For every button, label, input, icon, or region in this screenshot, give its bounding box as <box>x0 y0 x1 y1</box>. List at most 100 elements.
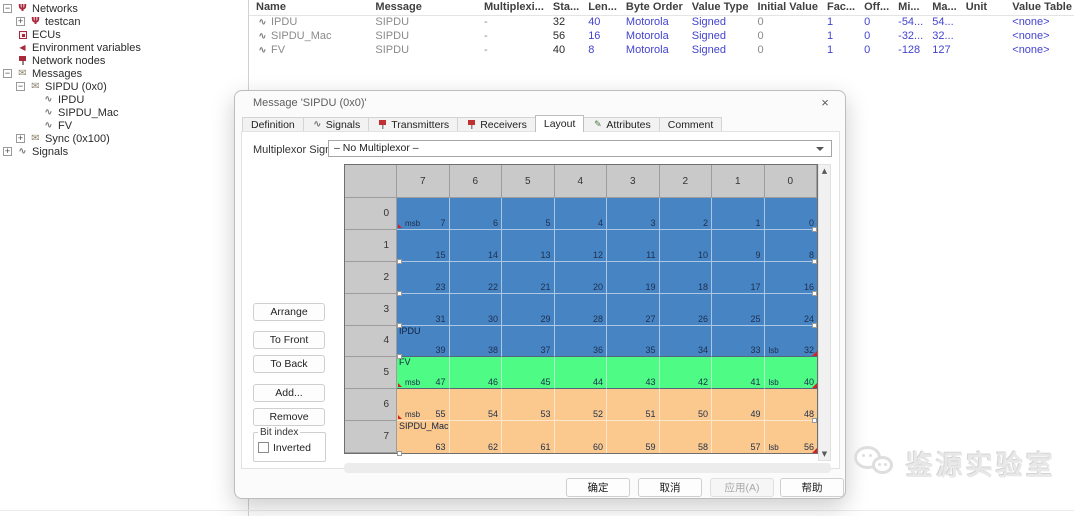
multiplexor-select[interactable]: – No Multiplexor – <box>328 140 832 157</box>
bit-cell-0[interactable]: 0 <box>765 198 818 230</box>
tree-item-network-nodes[interactable]: Network nodes <box>0 54 246 67</box>
table-cell[interactable]: <none> <box>1005 43 1074 57</box>
table-row[interactable]: ∿FVSIPDU-408MotorolaSigned010-128127<non… <box>249 43 1074 57</box>
bit-cell-9[interactable]: 9 <box>712 230 765 262</box>
tab-definition[interactable]: Definition <box>242 117 304 132</box>
bit-cell-19[interactable]: 19 <box>607 262 660 294</box>
col-header-name[interactable]: Name <box>249 0 368 15</box>
signal-name-cell[interactable]: ∿FV <box>249 43 368 57</box>
horizontal-scrollbar[interactable] <box>344 463 831 473</box>
table-cell[interactable] <box>959 15 1006 29</box>
bit-cell-21[interactable]: 21 <box>502 262 555 294</box>
tab-layout[interactable]: Layout <box>535 115 585 132</box>
to-front-button[interactable]: To Front <box>253 331 325 349</box>
table-cell[interactable]: 0 <box>750 29 820 43</box>
table-cell[interactable]: 0 <box>857 29 891 43</box>
drag-handle[interactable] <box>397 259 402 264</box>
tab-signals[interactable]: ∿Signals <box>303 117 369 132</box>
tree-item-sync-0x100[interactable]: +✉Sync (0x100) <box>0 132 246 145</box>
bit-cell-50[interactable]: 50 <box>660 389 713 421</box>
arrange-button[interactable]: Arrange <box>253 303 325 321</box>
table-cell[interactable]: 127 <box>925 43 958 57</box>
bit-cell-4[interactable]: 4 <box>555 198 608 230</box>
bit-cell-15[interactable]: 15 <box>397 230 450 262</box>
bit-cell-34[interactable]: 34 <box>660 326 713 358</box>
col-header-ma[interactable]: Ma... <box>925 0 958 15</box>
col-header-mi[interactable]: Mi... <box>891 0 925 15</box>
bit-cell-42[interactable]: 42 <box>660 357 713 389</box>
drag-handle[interactable] <box>812 259 817 264</box>
bit-cell-30[interactable]: 30 <box>450 294 503 326</box>
bit-cell-13[interactable]: 13 <box>502 230 555 262</box>
tree-item-ecus[interactable]: ECUs <box>0 28 246 41</box>
drag-handle[interactable] <box>397 291 402 296</box>
expand-icon[interactable]: + <box>16 17 25 26</box>
drag-handle[interactable] <box>812 418 817 423</box>
bit-cell-60[interactable]: 60 <box>555 421 608 453</box>
table-cell[interactable]: - <box>477 43 546 57</box>
bit-cell-23[interactable]: 23 <box>397 262 450 294</box>
col-header-off[interactable]: Off... <box>857 0 891 15</box>
bit-cell-58[interactable]: 58 <box>660 421 713 453</box>
table-row[interactable]: ∿IPDUSIPDU-3240MotorolaSigned010-54...54… <box>249 15 1074 29</box>
collapse-icon[interactable]: − <box>3 69 12 78</box>
table-cell[interactable]: -32... <box>891 29 925 43</box>
bit-cell-27[interactable]: 27 <box>607 294 660 326</box>
drag-handle[interactable] <box>397 323 402 328</box>
table-cell[interactable]: SIPDU <box>368 29 477 43</box>
table-cell[interactable]: 0 <box>857 43 891 57</box>
table-cell[interactable]: SIPDU <box>368 15 477 29</box>
table-cell[interactable] <box>959 29 1006 43</box>
table-cell[interactable]: -128 <box>891 43 925 57</box>
col-header-sta[interactable]: Sta... <box>546 0 581 15</box>
bit-cell-5[interactable]: 5 <box>502 198 555 230</box>
bit-cell-2[interactable]: 2 <box>660 198 713 230</box>
tab-transmitters[interactable]: Transmitters <box>368 117 458 132</box>
bit-cell-11[interactable]: 11 <box>607 230 660 262</box>
cancel-button[interactable]: 取消 <box>638 478 702 497</box>
bit-cell-53[interactable]: 53 <box>502 389 555 421</box>
drag-handle[interactable] <box>397 451 402 456</box>
table-cell[interactable]: Motorola <box>619 43 685 57</box>
tree-item-sipdu-0x0[interactable]: −✉SIPDU (0x0) <box>0 80 246 93</box>
bit-cell-39[interactable]: 39IPDU <box>397 326 450 358</box>
tree-item-signals[interactable]: +∿Signals <box>0 145 246 158</box>
bit-cell-3[interactable]: 3 <box>607 198 660 230</box>
table-cell[interactable]: Motorola <box>619 29 685 43</box>
bit-cell-52[interactable]: 52 <box>555 389 608 421</box>
col-header-value-type[interactable]: Value Type <box>685 0 751 15</box>
table-cell[interactable]: 0 <box>857 15 891 29</box>
tree-item-networks[interactable]: −ΨNetworks <box>0 2 246 15</box>
bit-cell-26[interactable]: 26 <box>660 294 713 326</box>
table-cell[interactable]: 1 <box>820 15 857 29</box>
table-cell[interactable]: 40 <box>581 15 619 29</box>
bit-cell-32[interactable]: 32lsb <box>765 326 818 358</box>
scroll-down-icon[interactable]: ▼ <box>819 450 830 458</box>
col-header-initial-value[interactable]: Initial Value <box>750 0 820 15</box>
table-cell[interactable]: 1 <box>820 43 857 57</box>
bit-cell-8[interactable]: 8 <box>765 230 818 262</box>
bit-cell-43[interactable]: 43 <box>607 357 660 389</box>
bit-cell-1[interactable]: 1 <box>712 198 765 230</box>
bit-cell-18[interactable]: 18 <box>660 262 713 294</box>
col-header-message[interactable]: Message <box>368 0 477 15</box>
table-cell[interactable]: 56 <box>546 29 581 43</box>
table-cell[interactable]: Motorola <box>619 15 685 29</box>
table-cell[interactable]: 32 <box>546 15 581 29</box>
table-cell[interactable]: - <box>477 15 546 29</box>
bit-cell-10[interactable]: 10 <box>660 230 713 262</box>
table-cell[interactable]: 0 <box>750 15 820 29</box>
table-cell[interactable]: 1 <box>820 29 857 43</box>
table-row[interactable]: ∿SIPDU_MacSIPDU-5616MotorolaSigned010-32… <box>249 29 1074 43</box>
tree-item-fv[interactable]: ∿FV <box>0 119 246 132</box>
bit-cell-49[interactable]: 49 <box>712 389 765 421</box>
table-cell[interactable]: Signed <box>685 15 751 29</box>
tree-item-ipdu[interactable]: ∿IPDU <box>0 93 246 106</box>
drag-handle[interactable] <box>812 227 817 232</box>
bit-cell-31[interactable]: 31 <box>397 294 450 326</box>
bit-cell-12[interactable]: 12 <box>555 230 608 262</box>
bit-cell-41[interactable]: 41 <box>712 357 765 389</box>
col-header-multiplexi[interactable]: Multiplexi... <box>477 0 546 15</box>
col-header-unit[interactable]: Unit <box>959 0 1006 15</box>
bit-cell-59[interactable]: 59 <box>607 421 660 453</box>
